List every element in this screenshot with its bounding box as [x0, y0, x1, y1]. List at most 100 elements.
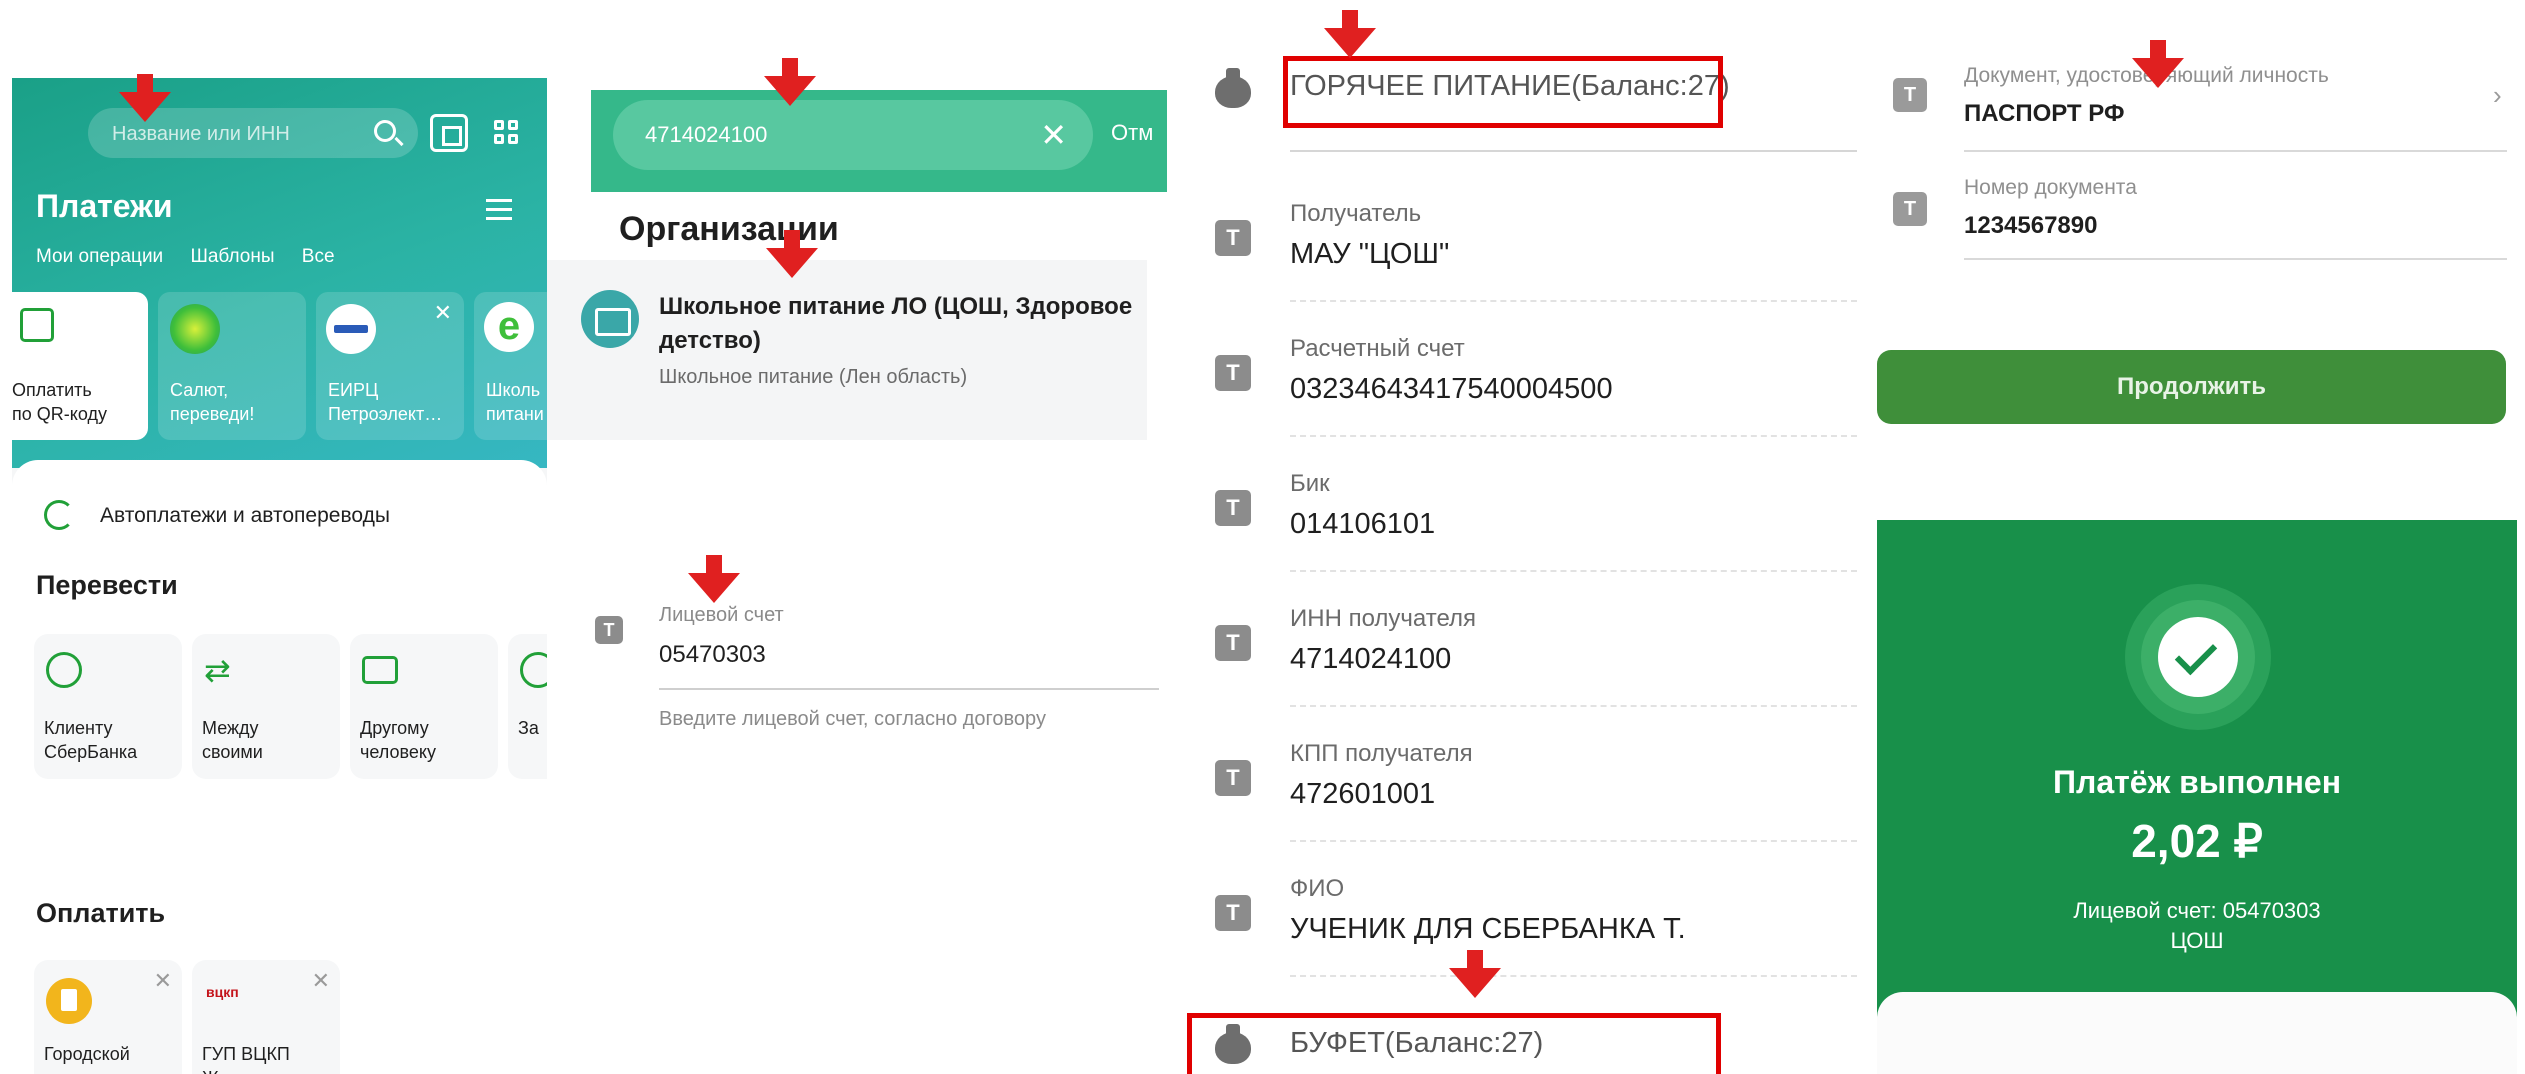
transfer-title: Перевести [36, 570, 178, 600]
text-field-icon: Т [1215, 355, 1251, 391]
pay-title: Оплатить [36, 898, 166, 928]
tab-all[interactable]: Все [302, 246, 335, 267]
organization-name: Школьное питание ЛО (ЦОШ, Здоровое детст… [659, 293, 1133, 354]
transfer-card-other[interactable]: Другому человеку [350, 634, 498, 779]
divider [1290, 300, 1857, 302]
highlight-box [1283, 56, 1723, 128]
text-field-icon: Т [1215, 625, 1251, 661]
card-label: СберБанка [44, 742, 138, 762]
payment-status: Платёж выполнен [2052, 764, 2342, 800]
card-icon [362, 656, 398, 684]
swap-arrows-icon: ⇄ [204, 652, 231, 688]
close-icon[interactable]: ✕ [434, 300, 452, 326]
list-view-icon[interactable] [486, 199, 512, 221]
account-line: Лицевой счет: 05470303 [2073, 898, 2321, 923]
document-and-result-screen: Т Документ, удостоверяющий личность ПАСП… [1857, 0, 2525, 1074]
cancel-button[interactable]: Отм [1111, 120, 1153, 146]
section-title: Организации [619, 210, 839, 248]
eirc-logo [326, 304, 376, 354]
search-icon [374, 120, 396, 142]
detail-row-account: Т Расчетный счет 03234643417540004500 [1167, 335, 1857, 470]
transfer-card-abroad[interactable]: За [508, 634, 547, 779]
detail-value: МАУ "ЦОШ" [1290, 238, 1450, 270]
document-number-label: Номер документа [1964, 176, 2137, 199]
detail-row-recipient: Т Получатель МАУ "ЦОШ" [1167, 200, 1857, 335]
text-field-icon: Т [595, 616, 623, 644]
search-screen: 4714024100 ✕ Отм Организации Школьное пи… [547, 78, 1167, 1074]
tile-eirc[interactable]: ✕ ЕИРЦ Петроэлект… [316, 292, 464, 440]
card-label: Городской [44, 1044, 130, 1064]
organization-item[interactable]: Школьное питание ЛО (ЦОШ, Здоровое детст… [547, 260, 1147, 440]
detail-label: Бик [1290, 470, 1330, 497]
detail-row-bik: Т Бик 014106101 [1167, 470, 1857, 605]
tile-label: Петроэлект… [328, 404, 443, 424]
tile-salut[interactable]: Салют, переведи! [158, 292, 306, 440]
detail-value: УЧЕНИК ДЛЯ СБЕРБАНКА Т. [1290, 913, 1686, 945]
qr-icon [20, 308, 54, 342]
globe-icon [520, 652, 547, 688]
detail-row-fio: Т ФИО УЧЕНИК ДЛЯ СБЕРБАНКА Т. [1167, 875, 1857, 1010]
autopay-link[interactable]: Автоплатежи и автопереводы [100, 504, 390, 528]
continue-button[interactable]: Продолжить [1877, 350, 2506, 424]
close-icon[interactable]: ✕ [154, 968, 172, 994]
page-title: Платежи [36, 188, 173, 224]
divider [1290, 570, 1857, 572]
chevron-right-icon[interactable]: › [2493, 80, 2502, 111]
check-circle-icon [46, 652, 82, 688]
divider [1290, 435, 1857, 437]
clear-icon[interactable]: ✕ [1040, 116, 1067, 154]
document-select[interactable]: ПАСПОРТ РФ [1964, 100, 2124, 128]
money-bag-icon [1215, 68, 1251, 108]
account-label: Лицевой счет [659, 604, 784, 626]
text-field-icon: Т [1215, 220, 1251, 256]
account-hint: Введите лицевой счет, согласно договору [659, 708, 1046, 730]
payment-success-card: Платёж выполнен 2,02 ₽ Лицевой счет: 054… [1877, 520, 2517, 1074]
divider [1290, 705, 1857, 707]
tile-qr-pay[interactable]: Оплатить по QR-коду [12, 292, 148, 440]
input-underline [1964, 150, 2507, 152]
card-label: Другому [360, 718, 429, 738]
account-input[interactable]: 05470303 [659, 641, 766, 669]
input-underline [1964, 258, 2507, 260]
divider [1290, 975, 1857, 977]
tile-label: ЕИРЦ [328, 380, 379, 400]
card-label: человеку [360, 742, 436, 762]
tab-templates[interactable]: Шаблоны [190, 246, 274, 267]
grid-menu-icon[interactable] [494, 120, 520, 146]
highlight-box [1187, 1013, 1721, 1074]
qr-scan-icon[interactable] [430, 114, 468, 152]
detail-label: ФИО [1290, 875, 1345, 902]
salut-icon [170, 304, 220, 354]
pay-card-vckp[interactable]: вцкп ✕ ГУП ВЦКП Жилищное… [192, 960, 340, 1074]
pay-card-transport[interactable]: ✕ Городской пассажирск… [34, 960, 182, 1074]
detail-label: Расчетный счет [1290, 335, 1465, 362]
tile-school[interactable]: e Школь питани [474, 292, 547, 440]
card-label: Клиенту [44, 718, 113, 738]
tile-label: Салют, [170, 380, 229, 400]
checkmark-icon [2158, 617, 2238, 697]
payment-account: Лицевой счет: 05470303 ЦОШ [1877, 896, 2517, 956]
detail-row-kpp: Т КПП получателя 472601001 [1167, 740, 1857, 875]
tile-label: Школь [486, 380, 541, 400]
transfer-card-sber[interactable]: Клиенту СберБанка [34, 634, 182, 779]
detail-value: 014106101 [1290, 508, 1436, 540]
detail-label: КПП получателя [1290, 740, 1473, 767]
card-label: Жилищное… [202, 1066, 312, 1074]
organization-subtitle: Школьное питание (Лен область) [659, 366, 968, 388]
book-icon [581, 290, 639, 348]
tab-my-operations[interactable]: Мои операции [36, 246, 163, 267]
close-icon[interactable]: ✕ [312, 968, 330, 994]
text-field-icon: Т [1215, 490, 1251, 526]
search-bar: 4714024100 ✕ Отм [591, 90, 1167, 192]
payments-header: Название или ИНН Платежи Мои операции Ша… [12, 78, 547, 468]
tile-label: Оплатить [12, 380, 92, 400]
payment-amount: 2,02 ₽ [2131, 815, 2263, 867]
text-field-icon: Т [1893, 192, 1927, 226]
search-input[interactable]: 4714024100 ✕ [613, 100, 1093, 170]
payments-sheet: Автоплатежи и автопереводы Перевести Кли… [12, 460, 547, 1074]
document-number-input[interactable]: 1234567890 [1964, 212, 2097, 240]
detail-value: 472601001 [1290, 778, 1436, 810]
card-label: За [518, 718, 539, 738]
transfer-card-own[interactable]: ⇄ Между своими [192, 634, 340, 779]
vckp-logo: вцкп [206, 984, 239, 1000]
